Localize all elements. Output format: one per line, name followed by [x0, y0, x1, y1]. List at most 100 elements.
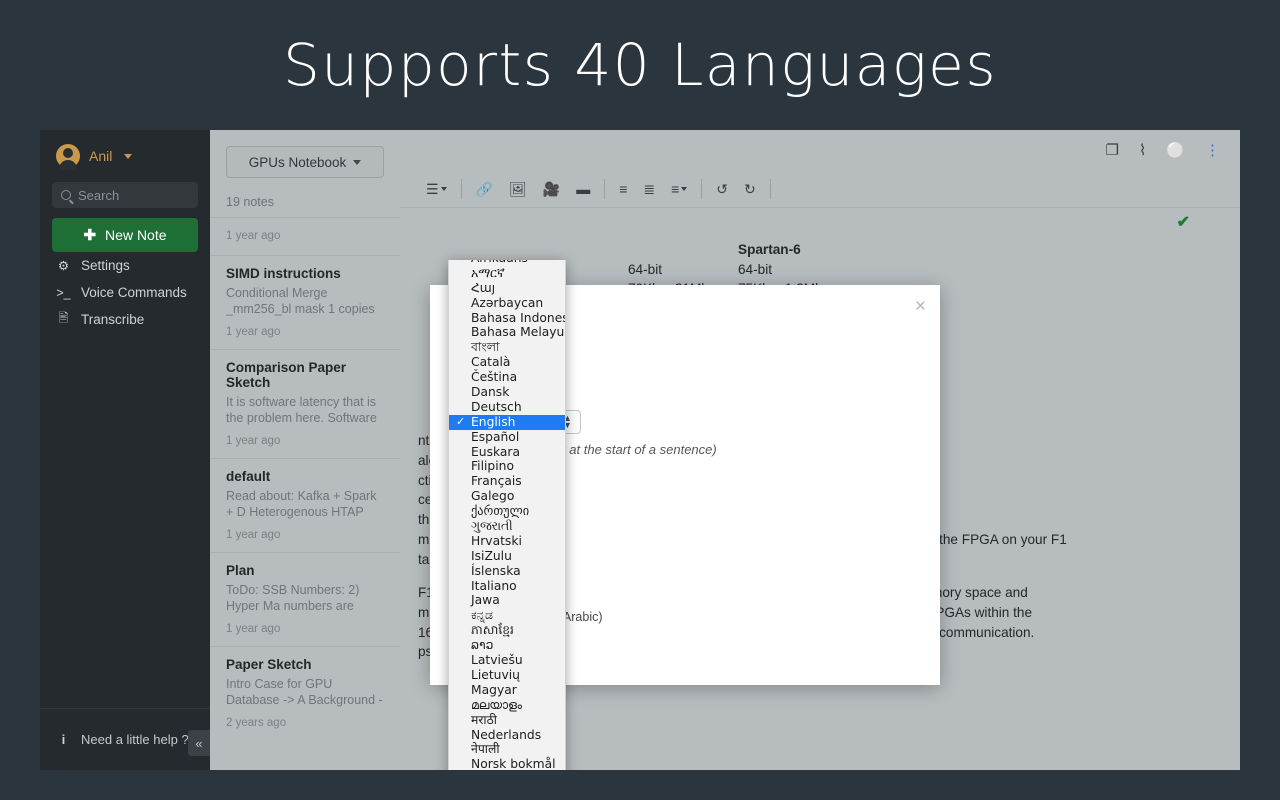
- note-list-item[interactable]: 1 year ago: [210, 217, 400, 255]
- plus-icon: ✚: [83, 226, 97, 244]
- search-input[interactable]: Search: [52, 182, 198, 208]
- help-label: Need a little help ?: [81, 732, 189, 747]
- banner: Supports 40 Languages: [0, 0, 1280, 130]
- language-option[interactable]: Magyar: [449, 683, 565, 698]
- user-menu[interactable]: Anil: [40, 130, 210, 178]
- language-option[interactable]: Íslenska: [449, 564, 565, 579]
- toolbar-group-style: ☰: [412, 182, 461, 196]
- bullet-list-icon[interactable]: ≡: [619, 182, 627, 196]
- language-option[interactable]: Հայ: [449, 281, 565, 296]
- language-option[interactable]: മലയാളം: [449, 698, 565, 713]
- new-note-button[interactable]: ✚ New Note: [52, 218, 198, 252]
- language-option[interactable]: Norsk bokmål: [449, 757, 565, 770]
- help-button[interactable]: i Need a little help ?: [40, 708, 210, 770]
- notes-list-pane: GPUs Notebook 19 notes 1 year ago SIMD in…: [210, 130, 400, 770]
- note-snippet: Read about: Kafka + Spark + D Heterogeno…: [226, 489, 377, 521]
- terminal-prompt-icon: >_: [56, 285, 71, 300]
- sidebar-item-settings[interactable]: ⚙ Settings: [40, 252, 210, 279]
- language-option[interactable]: Latviešu: [449, 653, 565, 668]
- language-option[interactable]: मराठी: [449, 713, 565, 728]
- video-icon[interactable]: 🎥: [543, 182, 560, 196]
- language-option[interactable]: Français: [449, 474, 565, 489]
- language-option[interactable]: ລາວ: [449, 638, 565, 653]
- share-icon[interactable]: ⌇: [1139, 143, 1146, 158]
- language-option[interactable]: ગુજરાતી: [449, 519, 565, 534]
- user-name: Anil: [89, 148, 113, 164]
- align-icon[interactable]: ≡: [671, 182, 688, 196]
- language-option[interactable]: नेपाली: [449, 742, 565, 757]
- notebook-selector[interactable]: GPUs Notebook: [226, 146, 384, 178]
- more-vertical-icon[interactable]: ⋮: [1205, 143, 1220, 158]
- language-option[interactable]: Euskara: [449, 445, 565, 460]
- language-option[interactable]: አማርኛ: [449, 266, 565, 281]
- note-date: 1 year ago: [226, 230, 281, 242]
- language-option[interactable]: Español: [449, 430, 565, 445]
- language-option[interactable]: Dansk: [449, 385, 565, 400]
- language-option[interactable]: IsiZulu: [449, 549, 565, 564]
- new-note-label: New Note: [105, 227, 167, 243]
- duplicate-icon[interactable]: ❐: [1106, 143, 1119, 158]
- sidebar: Anil Search ✚ New Note ⚙ Settings >_ Voi…: [40, 130, 210, 770]
- editor-top-actions: ❐ ⌇ ⚪ ⋮: [400, 130, 1240, 170]
- close-icon[interactable]: ×: [915, 297, 926, 316]
- language-option[interactable]: Jawa: [449, 593, 565, 608]
- toolbar-group-history: ↺ ↻: [702, 182, 769, 196]
- language-option[interactable]: Bahasa Indonesia: [449, 311, 565, 326]
- language-option[interactable]: ភាសាខ្មែរ: [449, 623, 565, 638]
- redo-icon[interactable]: ↻: [744, 182, 756, 196]
- note-date: 2 years ago: [226, 717, 287, 729]
- info-icon: i: [61, 732, 66, 747]
- language-dropdown[interactable]: AfrikaansአማርኛՀայAzərbaycanBahasa Indones…: [448, 260, 566, 770]
- search-icon: [61, 190, 71, 200]
- undo-icon[interactable]: ↺: [716, 182, 728, 196]
- note-list-item[interactable]: SIMD instructions Conditional Merge _mm25…: [210, 255, 400, 349]
- avatar: [56, 144, 80, 170]
- note-snippet: Conditional Merge _mm256_bl mask 1 copie…: [226, 286, 375, 318]
- language-option[interactable]: Deutsch: [449, 400, 565, 415]
- language-option[interactable]: Italiano: [449, 579, 565, 594]
- note-list-item[interactable]: Comparison Paper Sketch It is software la…: [210, 349, 400, 458]
- chevron-down-icon: [353, 159, 362, 165]
- note-list-item[interactable]: Plan ToDo: SSB Numbers: 2) Hyper Ma numbe…: [210, 552, 400, 646]
- collapse-sidebar-button[interactable]: «: [188, 730, 210, 756]
- note-title: Comparison Paper Sketch: [226, 360, 347, 390]
- notebook-selector-label: GPUs Notebook: [248, 154, 347, 170]
- note-title: Plan: [226, 563, 255, 578]
- save-status: ✔: [400, 208, 1240, 236]
- language-option[interactable]: বাংলা: [449, 340, 565, 355]
- note-title: default: [226, 469, 271, 484]
- toolbar-divider: [769, 178, 771, 199]
- screenshot-root: Supports 40 Languages Anil Search ✚ New …: [0, 0, 1280, 800]
- language-option[interactable]: Hrvatski: [449, 534, 565, 549]
- language-option[interactable]: Azərbaycan: [449, 296, 565, 311]
- language-options-list: AfrikaansአማርኛՀայAzərbaycanBahasa Indones…: [449, 260, 565, 770]
- language-option[interactable]: Lietuvių: [449, 668, 565, 683]
- transcribe-file-icon: 🖹: [58, 311, 69, 325]
- link-icon[interactable]: 🔗: [476, 182, 493, 196]
- sidebar-item-transcribe[interactable]: 🖹 Transcribe: [40, 306, 210, 333]
- language-option[interactable]: Bahasa Melayu: [449, 325, 565, 340]
- note-date: 1 year ago: [226, 623, 281, 635]
- language-option[interactable]: ქართული: [449, 504, 565, 519]
- table-header-cell: [628, 240, 738, 260]
- table-cell: 64-bit: [738, 261, 773, 277]
- paragraph-style-icon[interactable]: ☰: [426, 182, 447, 196]
- sidebar-item-voice-commands[interactable]: >_ Voice Commands: [40, 279, 210, 306]
- numbered-list-icon[interactable]: ≣: [643, 182, 655, 196]
- note-list-item[interactable]: Paper Sketch Intro Case for GPU Database …: [210, 646, 400, 740]
- note-list-item[interactable]: default Read about: Kafka + Spark + D Het…: [210, 458, 400, 552]
- language-option[interactable]: Català: [449, 355, 565, 370]
- image-icon[interactable]: 🖼: [509, 182, 527, 196]
- language-option[interactable]: Nederlands: [449, 728, 565, 743]
- language-option[interactable]: ಕನ್ನಡ: [449, 608, 565, 623]
- language-option[interactable]: English: [449, 414, 565, 430]
- note-snippet: Intro Case for GPU Database -> A Backgro…: [226, 677, 383, 709]
- language-option[interactable]: Čeština: [449, 370, 565, 385]
- table-header-cell: [418, 240, 628, 260]
- horizontal-rule-icon[interactable]: ▬: [576, 182, 590, 196]
- remove-circle-icon[interactable]: ⚪: [1166, 143, 1185, 158]
- language-option[interactable]: Filipino: [449, 459, 565, 474]
- notes-count: 19 notes: [226, 195, 274, 209]
- language-option[interactable]: Galego: [449, 489, 565, 504]
- table-cell: 64-bit: [628, 261, 663, 277]
